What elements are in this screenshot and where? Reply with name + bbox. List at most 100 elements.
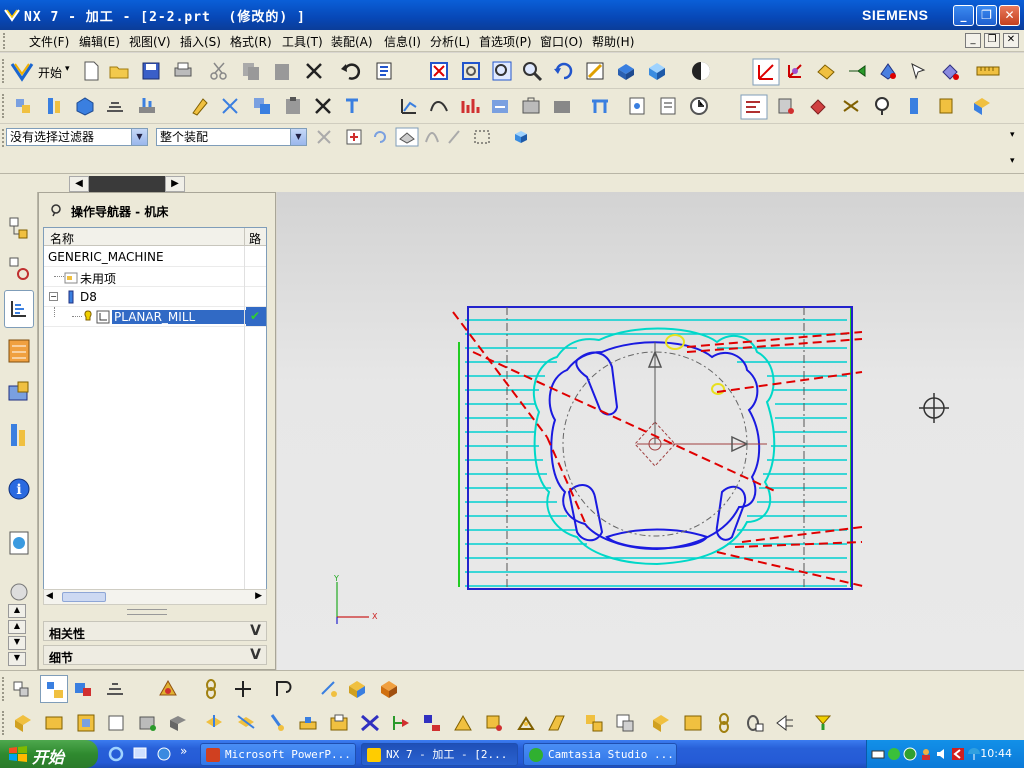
cut-icon[interactable] xyxy=(208,60,230,82)
view-orient-icon[interactable] xyxy=(690,60,712,82)
doc-close-button[interactable]: ✕ xyxy=(1003,33,1019,48)
chevron-down-icon[interactable]: ▼ xyxy=(290,129,306,145)
select-edge-icon[interactable] xyxy=(446,128,462,146)
collapse-toggle-icon[interactable]: − xyxy=(49,292,58,301)
geometry-view-icon[interactable] xyxy=(807,95,829,117)
media-player-icon[interactable] xyxy=(156,746,172,762)
menu-file[interactable]: 文件(F) xyxy=(29,33,69,50)
subtract-icon[interactable] xyxy=(614,712,636,734)
column-header-path[interactable]: 路 xyxy=(249,230,261,247)
taskbar-camtasia-button[interactable]: Camtasia Studio ... xyxy=(523,743,677,766)
copy-object-icon[interactable] xyxy=(251,95,273,117)
ruler-icon[interactable] xyxy=(975,60,1001,82)
pattern-icon[interactable] xyxy=(421,712,443,734)
print-icon[interactable] xyxy=(172,60,194,82)
output-cls-icon[interactable] xyxy=(657,95,679,117)
select-body-icon[interactable] xyxy=(512,128,530,146)
camtasia-tray-icon[interactable] xyxy=(951,747,965,761)
chevron-down-icon[interactable]: ▼ xyxy=(131,129,147,145)
start-menu-arrow[interactable]: ▾ xyxy=(65,64,70,74)
feeds-speeds-icon[interactable] xyxy=(935,95,957,117)
delete-object-icon[interactable] xyxy=(312,95,334,117)
verify-toolpath-icon[interactable] xyxy=(489,95,511,117)
sew-icon[interactable] xyxy=(744,712,766,734)
pan-icon[interactable] xyxy=(584,60,606,82)
edit-object-icon[interactable] xyxy=(189,95,211,117)
create-program-icon[interactable] xyxy=(12,95,34,117)
sketch-icon[interactable] xyxy=(167,712,189,734)
info-list-icon[interactable] xyxy=(374,60,396,82)
draft-icon[interactable] xyxy=(546,712,568,734)
zoom-window-icon[interactable] xyxy=(491,60,513,82)
scroll-right-button[interactable]: ▶ xyxy=(165,176,185,192)
undo-icon[interactable] xyxy=(339,60,361,82)
datum-icon[interactable] xyxy=(318,678,340,700)
constraint-navigator-icon[interactable] xyxy=(6,250,32,288)
scroll-right-button[interactable]: ▶ xyxy=(255,591,262,601)
close-button[interactable]: ✕ xyxy=(999,5,1020,26)
new-file-icon[interactable] xyxy=(80,60,102,82)
program-icon[interactable] xyxy=(815,60,837,82)
toolbar-grip[interactable] xyxy=(2,59,6,83)
create-operation-icon[interactable] xyxy=(136,95,158,117)
web-browser-icon[interactable] xyxy=(6,524,32,562)
tree-row[interactable]: GENERIC_MACHINE xyxy=(44,247,266,267)
user-icon[interactable] xyxy=(919,747,933,761)
list-toolpath-icon[interactable] xyxy=(459,95,481,117)
minimize-button[interactable]: _ xyxy=(953,5,974,26)
tool-library-icon[interactable] xyxy=(6,416,32,454)
navigator-hscroll[interactable]: ◀ ▶ xyxy=(43,589,267,605)
menu-tools[interactable]: 工具(T) xyxy=(282,33,323,50)
chevron-down-icon[interactable]: V xyxy=(250,623,261,639)
rectangle-select-icon[interactable] xyxy=(473,128,491,146)
toolbar-grip[interactable] xyxy=(2,94,6,118)
create-method-icon[interactable] xyxy=(104,95,126,117)
ie-icon[interactable] xyxy=(108,746,124,762)
mirror-icon[interactable] xyxy=(390,712,412,734)
link-icon[interactable] xyxy=(200,678,222,700)
method-icon[interactable] xyxy=(908,60,930,82)
trim-icon[interactable] xyxy=(359,712,381,734)
body-icon[interactable] xyxy=(105,712,127,734)
toolbar-options-icon[interactable]: ▾ xyxy=(1010,130,1015,140)
block-icon[interactable] xyxy=(346,678,368,700)
generate-toolpath-icon[interactable] xyxy=(398,95,420,117)
undo-select-icon[interactable] xyxy=(372,128,388,146)
network-icon[interactable] xyxy=(887,747,901,761)
menu-assembly[interactable]: 装配(A) xyxy=(331,33,373,50)
machine-view-icon[interactable] xyxy=(72,678,94,700)
create-geometry-icon[interactable] xyxy=(74,95,96,117)
fit-view-icon[interactable] xyxy=(428,60,450,82)
toolbar-grip[interactable] xyxy=(2,711,6,735)
zoom-region-icon[interactable] xyxy=(460,60,482,82)
menu-format[interactable]: 格式(R) xyxy=(230,33,272,50)
rotate-icon[interactable] xyxy=(553,60,575,82)
display-object-icon[interactable] xyxy=(343,95,365,117)
copy-icon[interactable] xyxy=(240,60,262,82)
windows-start-button[interactable]: 开始 xyxy=(0,740,98,768)
open-folder-icon[interactable] xyxy=(108,60,130,82)
menubar-grip[interactable] xyxy=(3,33,7,49)
scroll-left-button[interactable]: ◀ xyxy=(69,176,89,192)
splitter-handle[interactable] xyxy=(127,609,167,615)
chamfer-icon[interactable] xyxy=(483,712,505,734)
graphics-window[interactable]: Y X xyxy=(277,192,1024,670)
scroll-down-button[interactable]: ▼ xyxy=(8,636,26,650)
snap-point-icon[interactable] xyxy=(345,128,363,146)
feature-edit-icon[interactable] xyxy=(378,678,400,700)
menu-info[interactable]: 信息(I) xyxy=(384,33,421,50)
program-order-view-icon[interactable] xyxy=(740,94,768,120)
tree-row-selected[interactable]: PLANAR_MILL ✔ xyxy=(44,307,266,327)
menu-analysis[interactable]: 分析(L) xyxy=(430,33,470,50)
create-tool-icon[interactable] xyxy=(43,95,65,117)
column-header-name[interactable]: 名称 xyxy=(50,230,74,247)
point-add-icon[interactable] xyxy=(232,678,254,700)
menu-preferences[interactable]: 首选项(P) xyxy=(479,33,532,50)
replay-toolpath-icon[interactable] xyxy=(428,95,450,117)
method-view-icon[interactable] xyxy=(104,678,126,700)
menu-insert[interactable]: 插入(S) xyxy=(180,33,221,50)
export-icon[interactable] xyxy=(812,712,834,734)
taskbar-nx-button[interactable]: NX 7 - 加工 - [2... xyxy=(361,743,518,766)
scroll-left-button[interactable]: ◀ xyxy=(46,591,53,601)
boss-icon[interactable] xyxy=(297,712,319,734)
